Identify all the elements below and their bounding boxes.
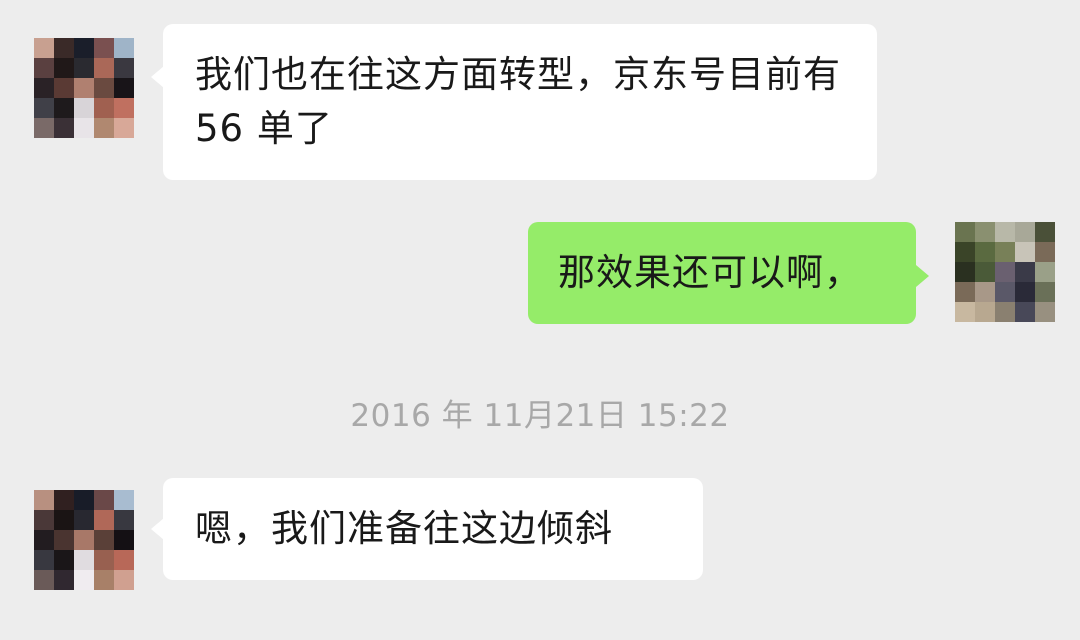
avatar-pixel (955, 282, 975, 302)
avatar-pixel (74, 38, 94, 58)
avatar-pixel (74, 570, 94, 590)
avatar-pixel (975, 242, 995, 262)
avatar-pixel (34, 78, 54, 98)
avatar-pixel (94, 530, 114, 550)
avatar-pixel (1035, 302, 1055, 322)
avatar-pixel (74, 490, 94, 510)
avatar-pixel (54, 530, 74, 550)
message-text: 我们也在往这方面转型，京东号目前有 56 单了 (195, 53, 841, 150)
avatar-pixel (114, 98, 134, 118)
avatar-pixel (74, 510, 94, 530)
contact-avatar[interactable] (34, 38, 134, 138)
avatar-pixel (114, 550, 134, 570)
avatar-pixel (114, 570, 134, 590)
avatar-pixel (1015, 282, 1035, 302)
avatar-pixel (54, 490, 74, 510)
avatar-pixel (94, 98, 114, 118)
avatar-pixel (975, 302, 995, 322)
avatar-pixel (54, 98, 74, 118)
avatar-pixel (1035, 242, 1055, 262)
avatar-pixel (34, 490, 54, 510)
avatar-pixel (94, 550, 114, 570)
avatar-pixel (114, 490, 134, 510)
avatar-pixel (94, 58, 114, 78)
avatar-pixel (1035, 262, 1055, 282)
avatar-pixel (34, 98, 54, 118)
avatar-pixel (114, 510, 134, 530)
avatar-pixel (114, 118, 134, 138)
avatar-pixel (975, 222, 995, 242)
avatar-pixel (34, 58, 54, 78)
incoming-message-bubble[interactable]: 嗯，我们准备往这边倾斜 (163, 478, 703, 580)
message-text: 那效果还可以啊， (558, 251, 862, 294)
avatar-pixel (54, 118, 74, 138)
avatar-pixel (94, 78, 114, 98)
avatar-pixel (94, 570, 114, 590)
avatar-pixel (1035, 282, 1055, 302)
avatar-pixel (114, 530, 134, 550)
avatar-pixel (74, 530, 94, 550)
avatar-pixel (1015, 262, 1035, 282)
avatar-pixel (54, 550, 74, 570)
avatar-pixel (975, 262, 995, 282)
avatar-pixel (34, 550, 54, 570)
avatar-pixel (34, 510, 54, 530)
avatar-pixel (975, 282, 995, 302)
avatar-pixel (1015, 242, 1035, 262)
incoming-message-bubble[interactable]: 我们也在往这方面转型，京东号目前有 56 单了 (163, 24, 877, 180)
avatar-pixel (955, 302, 975, 322)
message-text: 嗯，我们准备往这边倾斜 (195, 507, 613, 550)
avatar-pixel (34, 530, 54, 550)
contact-avatar[interactable] (34, 490, 134, 590)
avatar-pixel (995, 222, 1015, 242)
avatar-pixel (955, 262, 975, 282)
avatar-pixel (94, 38, 114, 58)
avatar-pixel (54, 570, 74, 590)
my-avatar[interactable] (955, 222, 1055, 322)
avatar-pixel (1015, 302, 1035, 322)
avatar-pixel (114, 38, 134, 58)
avatar-pixel (995, 282, 1015, 302)
outgoing-message-bubble[interactable]: 那效果还可以啊， (528, 222, 916, 324)
avatar-pixel (995, 242, 1015, 262)
avatar-pixel (955, 242, 975, 262)
avatar-pixel (1035, 222, 1055, 242)
avatar-pixel (995, 262, 1015, 282)
avatar-pixel (114, 78, 134, 98)
avatar-pixel (74, 550, 94, 570)
bubble-tail (916, 265, 929, 287)
avatar-pixel (54, 58, 74, 78)
avatar-pixel (34, 570, 54, 590)
message-timestamp: 2016 年 11月21日 15:22 (350, 398, 730, 434)
avatar-pixel (995, 302, 1015, 322)
avatar-pixel (114, 58, 134, 78)
avatar-pixel (54, 78, 74, 98)
avatar-pixel (54, 38, 74, 58)
avatar-pixel (1015, 222, 1035, 242)
avatar-pixel (54, 510, 74, 530)
avatar-pixel (74, 118, 94, 138)
avatar-pixel (34, 38, 54, 58)
avatar-pixel (34, 118, 54, 138)
avatar-pixel (94, 490, 114, 510)
avatar-pixel (74, 98, 94, 118)
avatar-pixel (955, 222, 975, 242)
avatar-pixel (94, 510, 114, 530)
avatar-pixel (74, 78, 94, 98)
avatar-pixel (74, 58, 94, 78)
avatar-pixel (94, 118, 114, 138)
